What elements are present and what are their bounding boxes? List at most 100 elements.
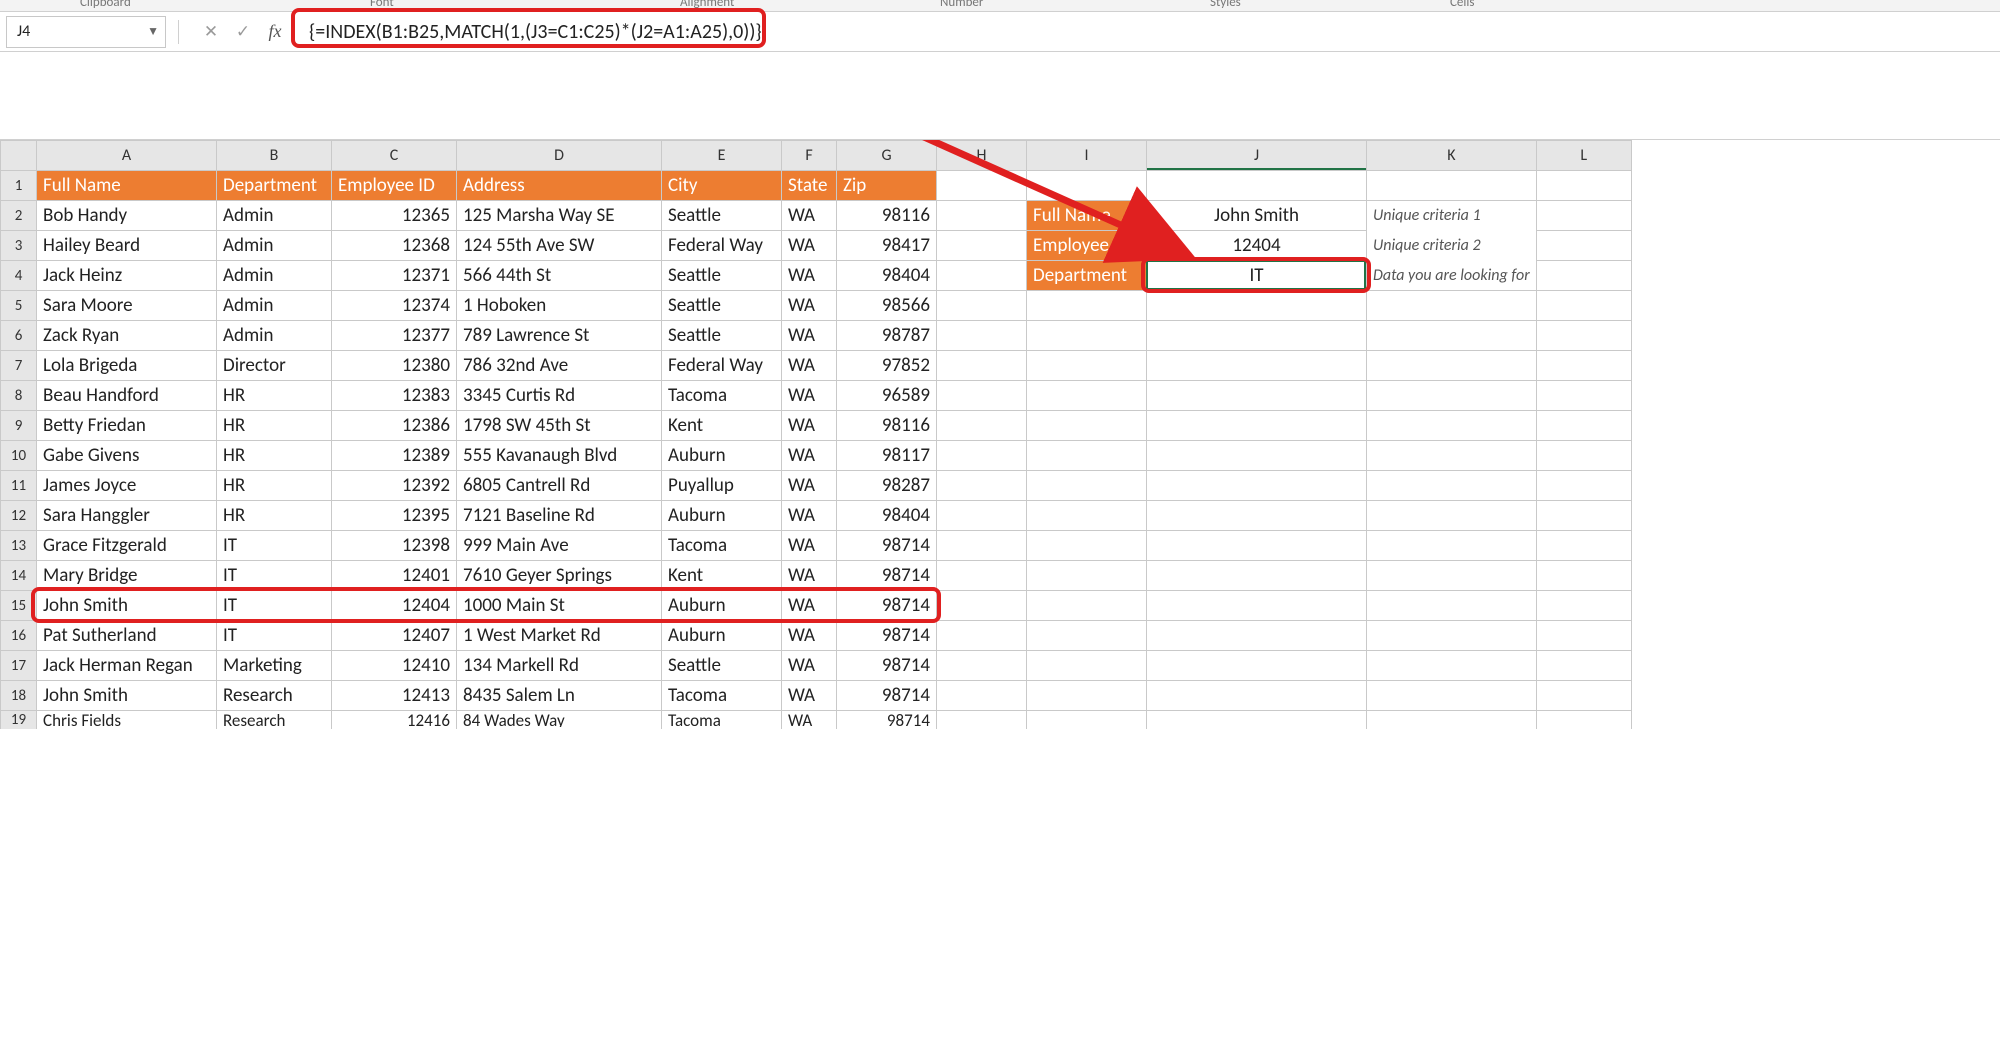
cell-zip[interactable]: 98116 (837, 201, 936, 230)
cell[interactable] (1027, 561, 1146, 590)
cell-fullname[interactable]: Hailey Beard (37, 231, 216, 260)
cell-address[interactable]: 1 West Market Rd (457, 621, 661, 650)
header-department[interactable]: Department (217, 171, 331, 200)
cell-fullname[interactable]: Zack Ryan (37, 321, 216, 350)
row-header[interactable]: 19 (1, 711, 37, 730)
cell-state[interactable]: WA (782, 681, 836, 710)
cell-address[interactable]: 134 Markell Rd (457, 651, 661, 680)
cell-department[interactable]: Marketing (217, 651, 331, 680)
col-header-A[interactable]: A (37, 141, 217, 171)
cell[interactable]: WA (782, 713, 836, 727)
cell-city[interactable]: Auburn (662, 441, 781, 470)
cell-city[interactable]: Puyallup (662, 471, 781, 500)
cell-city[interactable]: Seattle (662, 651, 781, 680)
cell-state[interactable]: WA (782, 501, 836, 530)
cell[interactable]: Research (217, 713, 331, 727)
cell-city[interactable]: Tacoma (662, 381, 781, 410)
cell-city[interactable]: Tacoma (662, 531, 781, 560)
lookup-note[interactable]: Unique criteria 1 (1367, 201, 1536, 231)
cell[interactable] (937, 561, 1026, 590)
cell-zip[interactable]: 98116 (837, 411, 936, 440)
cell[interactable] (1027, 291, 1146, 320)
cell-address[interactable]: 566 44th St (457, 261, 661, 290)
cell[interactable] (1147, 561, 1366, 590)
header-city[interactable]: City (662, 171, 781, 200)
cell[interactable] (1537, 681, 1631, 710)
cell[interactable] (1027, 411, 1146, 440)
lookup-label-empid[interactable]: Employee ID (1027, 231, 1146, 260)
cell-employee-id[interactable]: 12389 (332, 441, 456, 470)
cell[interactable] (1027, 381, 1146, 410)
cell-department[interactable]: HR (217, 411, 331, 440)
cell[interactable] (937, 291, 1026, 320)
cell-employee-id[interactable]: 12377 (332, 321, 456, 350)
row-header[interactable]: 11 (1, 471, 37, 501)
cell-zip[interactable]: 98714 (837, 561, 936, 590)
cell[interactable] (937, 321, 1026, 350)
cell-zip[interactable]: 98714 (837, 531, 936, 560)
cell[interactable] (1027, 531, 1146, 560)
cell-state[interactable]: WA (782, 201, 836, 230)
cell[interactable] (937, 381, 1026, 410)
cell-city[interactable]: Auburn (662, 621, 781, 650)
cell[interactable] (1027, 441, 1146, 470)
cell[interactable] (1537, 441, 1631, 470)
cell-employee-id[interactable]: 12395 (332, 501, 456, 530)
cell-fullname[interactable]: Mary Bridge (37, 561, 216, 590)
row-header[interactable]: 14 (1, 561, 37, 591)
col-header-L[interactable]: L (1536, 141, 1631, 171)
cell-fullname[interactable]: John Smith (37, 681, 216, 710)
cell-state[interactable]: WA (782, 381, 836, 410)
cell[interactable] (1537, 621, 1631, 650)
cell-city[interactable]: Kent (662, 561, 781, 590)
row-header[interactable]: 3 (1, 231, 37, 261)
cell-state[interactable]: WA (782, 651, 836, 680)
row-header[interactable]: 4 (1, 261, 37, 291)
cell[interactable] (1147, 591, 1366, 620)
cell[interactable] (1537, 381, 1631, 410)
cell[interactable] (1537, 291, 1631, 320)
cell-employee-id[interactable]: 12383 (332, 381, 456, 410)
cell-department[interactable]: Admin (217, 231, 331, 260)
row-header[interactable]: 10 (1, 441, 37, 471)
cell-address[interactable]: 786 32nd Ave (457, 351, 661, 380)
cell-fullname[interactable]: Sara Hanggler (37, 501, 216, 530)
cell[interactable] (937, 681, 1026, 710)
cell-city[interactable]: Auburn (662, 501, 781, 530)
cell[interactable] (1367, 441, 1536, 470)
cell[interactable] (937, 471, 1026, 500)
cell-department[interactable]: Admin (217, 261, 331, 290)
cell[interactable] (1147, 441, 1366, 470)
cell-zip[interactable]: 98714 (837, 621, 936, 650)
cell[interactable] (1537, 231, 1631, 260)
col-header-I[interactable]: I (1027, 141, 1147, 171)
cell-department[interactable]: IT (217, 591, 331, 620)
cell-fullname[interactable]: Jack Herman Regan (37, 651, 216, 680)
cell[interactable] (1537, 501, 1631, 530)
cell-address[interactable]: 125 Marsha Way SE (457, 201, 661, 230)
cell-address[interactable]: 1000 Main St (457, 591, 661, 620)
cell[interactable] (1367, 651, 1536, 680)
cell-state[interactable]: WA (782, 261, 836, 290)
lookup-label-dept[interactable]: Department (1027, 261, 1146, 290)
cell-state[interactable]: WA (782, 561, 836, 590)
cell-department[interactable]: HR (217, 381, 331, 410)
cell[interactable] (1367, 681, 1536, 710)
insert-function-button[interactable]: fx (261, 18, 289, 46)
cell-zip[interactable]: 98287 (837, 471, 936, 500)
row-header[interactable]: 16 (1, 621, 37, 651)
cell[interactable] (937, 621, 1026, 650)
cell[interactable] (1147, 411, 1366, 440)
cell[interactable] (1367, 531, 1536, 560)
cell[interactable] (1537, 531, 1631, 560)
cell-zip[interactable]: 98417 (837, 231, 936, 260)
cell[interactable] (1027, 171, 1146, 200)
cell[interactable] (1537, 561, 1631, 590)
cell[interactable] (1537, 321, 1631, 350)
cell-employee-id[interactable]: 12410 (332, 651, 456, 680)
cell-fullname[interactable]: Beau Handford (37, 381, 216, 410)
cell[interactable] (1147, 681, 1366, 710)
cell[interactable] (937, 351, 1026, 380)
cell-employee-id[interactable]: 12407 (332, 621, 456, 650)
cell[interactable] (1027, 501, 1146, 530)
